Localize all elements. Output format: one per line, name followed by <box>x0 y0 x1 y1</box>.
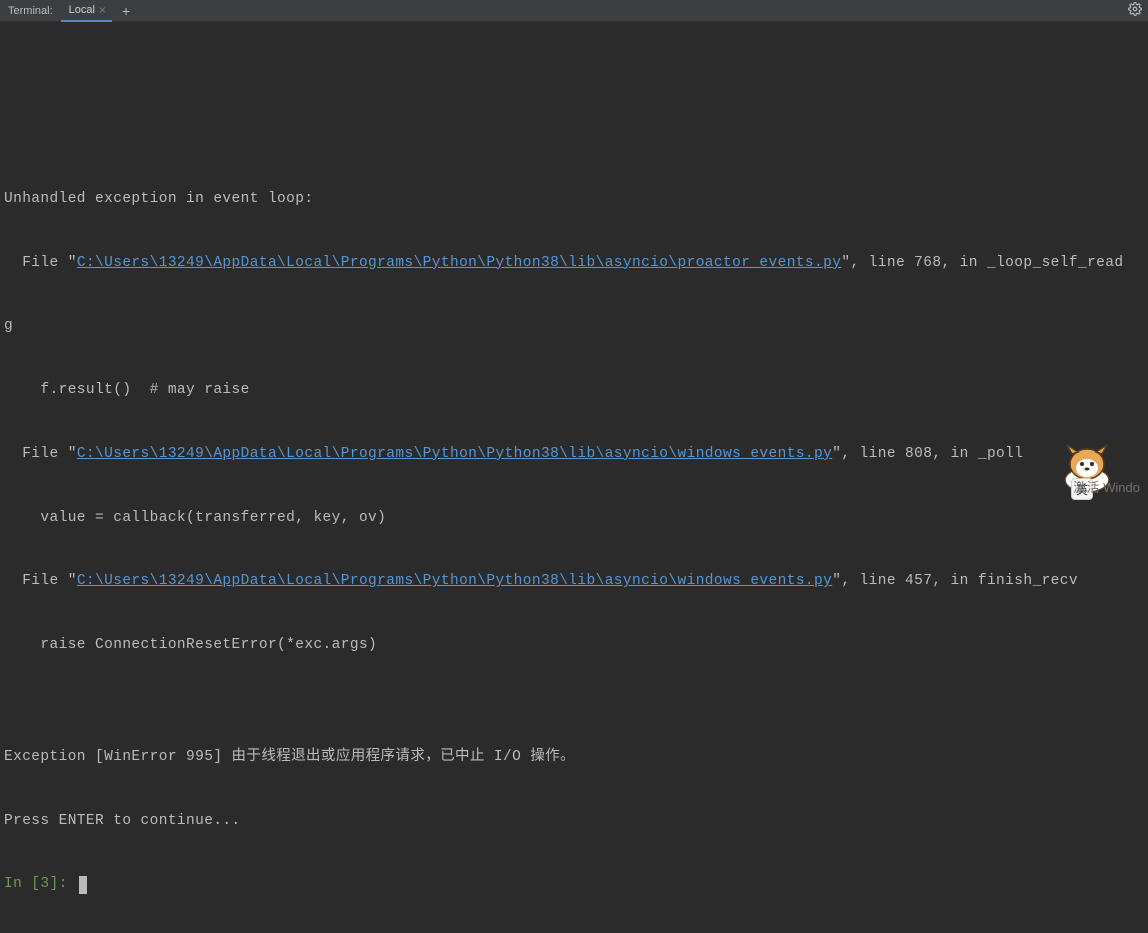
traceback-code-2: value = callback(transferred, key, ov) <box>4 503 1144 535</box>
file-link[interactable]: C:\Users\13249\AppData\Local\Programs\Py… <box>77 573 832 589</box>
traceback-frame-3: File "C:\Users\13249\AppData\Local\Progr… <box>4 566 1144 598</box>
press-enter-line: Press ENTER to continue... <box>4 806 1144 838</box>
tab-local-label: Local <box>69 4 95 16</box>
terminal-output[interactable]: Unhandled exception in event loop: File … <box>0 22 1148 933</box>
windows-activation-watermark: 激活 Windo <box>1074 477 1140 496</box>
close-icon[interactable]: × <box>99 3 106 17</box>
tab-local[interactable]: Local × <box>61 0 112 22</box>
panel-label: Terminal: <box>0 5 61 17</box>
traceback-frame-1-wrap: g <box>4 311 1144 343</box>
file-link[interactable]: C:\Users\13249\AppData\Local\Programs\Py… <box>77 255 842 271</box>
file-link[interactable]: C:\Users\13249\AppData\Local\Programs\Py… <box>77 446 832 462</box>
text-cursor <box>79 876 87 894</box>
gear-icon[interactable] <box>1122 2 1148 19</box>
traceback-frame-2: File "C:\Users\13249\AppData\Local\Progr… <box>4 439 1144 471</box>
traceback-frame-1: File "C:\Users\13249\AppData\Local\Progr… <box>4 248 1144 280</box>
traceback-code-3: raise ConnectionResetError(*exc.args) <box>4 630 1144 662</box>
terminal-tab-bar: Terminal: Local × + <box>0 0 1148 22</box>
ipython-prompt[interactable]: In [3]: <box>4 869 1144 901</box>
exception-line: Exception [WinError 995] 由于线程退出或应用程序请求，已… <box>4 742 1144 774</box>
traceback-code-1: f.result() # may raise <box>4 375 1144 407</box>
add-tab-icon[interactable]: + <box>118 3 134 19</box>
traceback-header: Unhandled exception in event loop: <box>4 184 1144 216</box>
